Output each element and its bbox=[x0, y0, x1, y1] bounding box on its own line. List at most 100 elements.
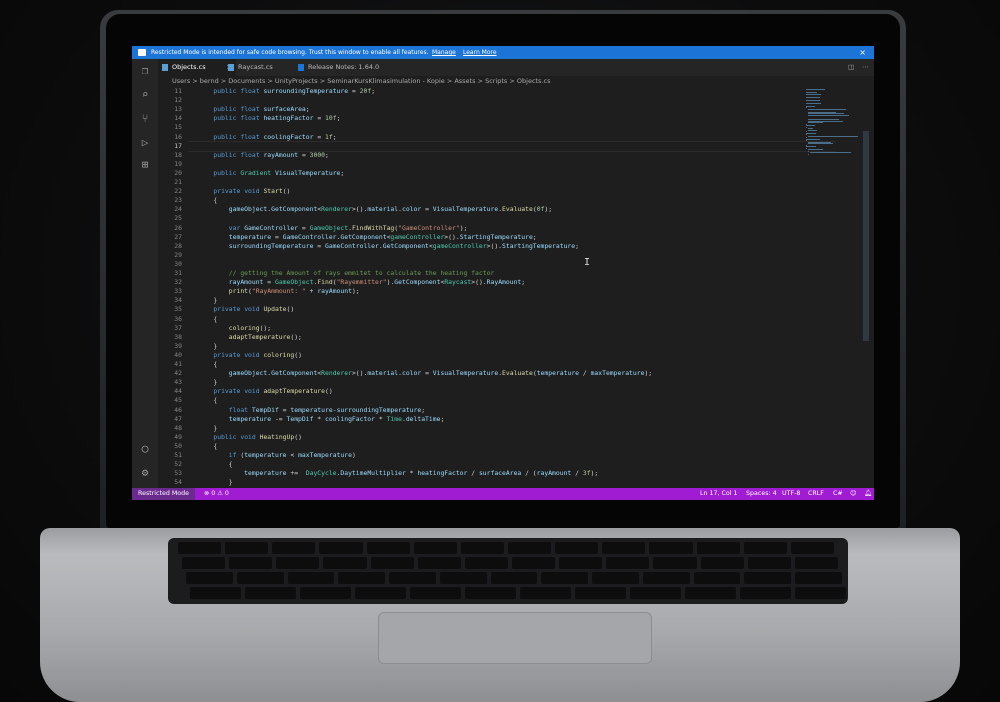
minimap-line bbox=[806, 138, 820, 140]
line-ending[interactable]: CRLF bbox=[808, 488, 824, 500]
line-number: 14 bbox=[174, 114, 182, 123]
key bbox=[229, 557, 273, 569]
code-line[interactable]: var GameController = GameObject.FindWith… bbox=[198, 224, 468, 233]
extensions-icon[interactable]: ⊞ bbox=[139, 159, 151, 171]
vscode-logo-icon bbox=[298, 64, 304, 71]
code-line[interactable]: if (temperature < maxTemperature) bbox=[198, 451, 356, 460]
restricted-mode-indicator[interactable]: Restricted Mode bbox=[132, 488, 196, 500]
code-line[interactable]: temperature -= TempDif * coolingFactor *… bbox=[198, 415, 445, 424]
key bbox=[747, 557, 791, 569]
cursor-position[interactable]: Ln 17, Col 1 bbox=[700, 488, 738, 500]
csharp-file-icon bbox=[228, 64, 234, 71]
code-line[interactable]: gameObject.GetComponent<Renderer>().mate… bbox=[198, 369, 652, 378]
line-number: 30 bbox=[174, 259, 182, 268]
notifications-icon[interactable]: 🔔︎ bbox=[864, 488, 872, 500]
code-line[interactable]: gameObject.GetComponent<Renderer>().mate… bbox=[198, 205, 552, 214]
line-number: 26 bbox=[174, 223, 182, 232]
code-line[interactable]: { bbox=[198, 196, 217, 205]
line-number: 39 bbox=[174, 341, 182, 350]
key bbox=[338, 572, 386, 584]
code-line[interactable]: public float coolingFactor = 1f; bbox=[198, 133, 336, 142]
encoding[interactable]: UTF-8 bbox=[782, 488, 800, 500]
settings-gear-icon[interactable]: ⚙ bbox=[139, 467, 151, 479]
code-line[interactable]: // getting the Amount of rays emmitet to… bbox=[198, 269, 494, 278]
key bbox=[606, 557, 650, 569]
split-editor-icon[interactable]: ◫ bbox=[848, 59, 854, 76]
code-line[interactable]: { bbox=[198, 396, 217, 405]
line-number: 21 bbox=[174, 178, 182, 186]
code-line[interactable]: public float surroundingTemperature = 20… bbox=[198, 87, 375, 96]
code-line[interactable]: surroundingTemperature = GameController.… bbox=[198, 242, 579, 251]
manage-link[interactable]: Manage bbox=[432, 46, 456, 59]
key bbox=[410, 587, 461, 599]
key bbox=[649, 542, 693, 554]
minimap-line bbox=[806, 132, 817, 134]
code-line[interactable]: temperature += DayCycle.DaytimeMultiplie… bbox=[198, 469, 598, 478]
trackpad bbox=[378, 612, 652, 664]
code-line[interactable]: } bbox=[198, 296, 217, 305]
code-line[interactable]: private void Update() bbox=[198, 305, 294, 314]
line-number: 45 bbox=[174, 396, 182, 405]
breadcrumb[interactable]: Users > bernd > Documents > UnityProject… bbox=[158, 76, 874, 87]
minimap-line bbox=[808, 149, 823, 150]
code-line[interactable]: public void HeatingUp() bbox=[198, 433, 302, 442]
code-line[interactable]: public Gradient VisualTemperature; bbox=[198, 169, 344, 178]
code-line[interactable]: private void adaptTemperature() bbox=[198, 387, 332, 396]
problems-indicator[interactable]: ⊗ 0 ⚠ 0 bbox=[204, 488, 229, 500]
code-area[interactable]: public float surroundingTemperature = 20… bbox=[198, 87, 798, 488]
indentation[interactable]: Spaces: 4 bbox=[746, 488, 777, 500]
code-line[interactable]: } bbox=[198, 424, 217, 433]
line-number: 22 bbox=[174, 187, 182, 196]
scrollbar-thumb[interactable] bbox=[863, 131, 869, 341]
vscode-logo-icon bbox=[138, 49, 146, 56]
code-line[interactable]: } bbox=[198, 478, 233, 487]
vertical-scrollbar[interactable] bbox=[862, 87, 870, 488]
status-bar: Restricted Mode ⊗ 0 ⚠ 0 Ln 17, Col 1 Spa… bbox=[132, 488, 874, 500]
line-number: 48 bbox=[174, 423, 182, 432]
key bbox=[520, 587, 571, 599]
code-line[interactable]: temperature = GameController.GetComponen… bbox=[198, 233, 537, 242]
code-line[interactable]: } bbox=[198, 378, 217, 387]
code-editor[interactable]: 11 12 13 14 15 16 17 18 19 20 21 22 23 24 25 26 27 28 29 30… bbox=[158, 87, 874, 488]
tab-release-notes[interactable]: Release Notes: 1.64.0 bbox=[294, 59, 408, 76]
code-line[interactable]: rayAmount = GameObject.Find("Rayemmitter… bbox=[198, 278, 525, 287]
code-line[interactable]: public float rayAmount = 3000; bbox=[198, 151, 329, 160]
line-number: 24 bbox=[174, 205, 182, 214]
line-number: 54 bbox=[174, 478, 182, 487]
run-debug-icon[interactable]: ▷ bbox=[139, 137, 151, 149]
search-icon[interactable]: ⌕ bbox=[139, 89, 151, 101]
code-line[interactable]: private void Start() bbox=[198, 187, 290, 196]
key bbox=[182, 557, 226, 569]
minimap[interactable] bbox=[804, 87, 862, 157]
code-line[interactable]: public float surfaceArea; bbox=[198, 105, 309, 114]
code-line[interactable]: float TempDif = temperature-surroundingT… bbox=[198, 406, 425, 415]
learn-more-link[interactable]: Learn More bbox=[463, 46, 497, 59]
code-line[interactable]: { bbox=[198, 315, 217, 324]
account-icon[interactable]: ◯ bbox=[139, 443, 151, 455]
key bbox=[512, 557, 556, 569]
language-mode[interactable]: C# bbox=[833, 488, 843, 500]
tab-raycast-cs[interactable]: Raycast.cs bbox=[224, 59, 304, 76]
code-line[interactable]: { bbox=[198, 460, 233, 469]
feedback-icon[interactable]: ☺ bbox=[850, 488, 857, 500]
line-number: 16 bbox=[174, 132, 182, 141]
code-line[interactable]: adaptTemperature(); bbox=[198, 333, 302, 342]
key bbox=[559, 557, 603, 569]
code-line[interactable]: { bbox=[198, 442, 217, 451]
code-line[interactable]: private void coloring() bbox=[198, 351, 302, 360]
line-number: 29 bbox=[174, 250, 182, 259]
code-line[interactable]: coloring(); bbox=[198, 324, 271, 333]
minimap-line bbox=[806, 99, 820, 101]
explorer-icon[interactable]: ❐ bbox=[139, 65, 151, 77]
source-control-icon[interactable]: ⑂ bbox=[139, 113, 151, 125]
line-number: 52 bbox=[174, 460, 182, 469]
more-actions-icon[interactable]: ⋯ bbox=[862, 59, 869, 76]
line-number: 36 bbox=[174, 314, 182, 323]
close-icon[interactable]: × bbox=[859, 46, 866, 59]
minimap-line bbox=[808, 122, 824, 123]
code-line[interactable]: } bbox=[198, 342, 217, 351]
code-line[interactable]: { bbox=[198, 360, 217, 369]
code-line[interactable]: public float heatingFactor = 10f; bbox=[198, 114, 340, 123]
key bbox=[630, 587, 681, 599]
code-line[interactable]: print("RayAmmount: " + rayAmount); bbox=[198, 287, 360, 296]
